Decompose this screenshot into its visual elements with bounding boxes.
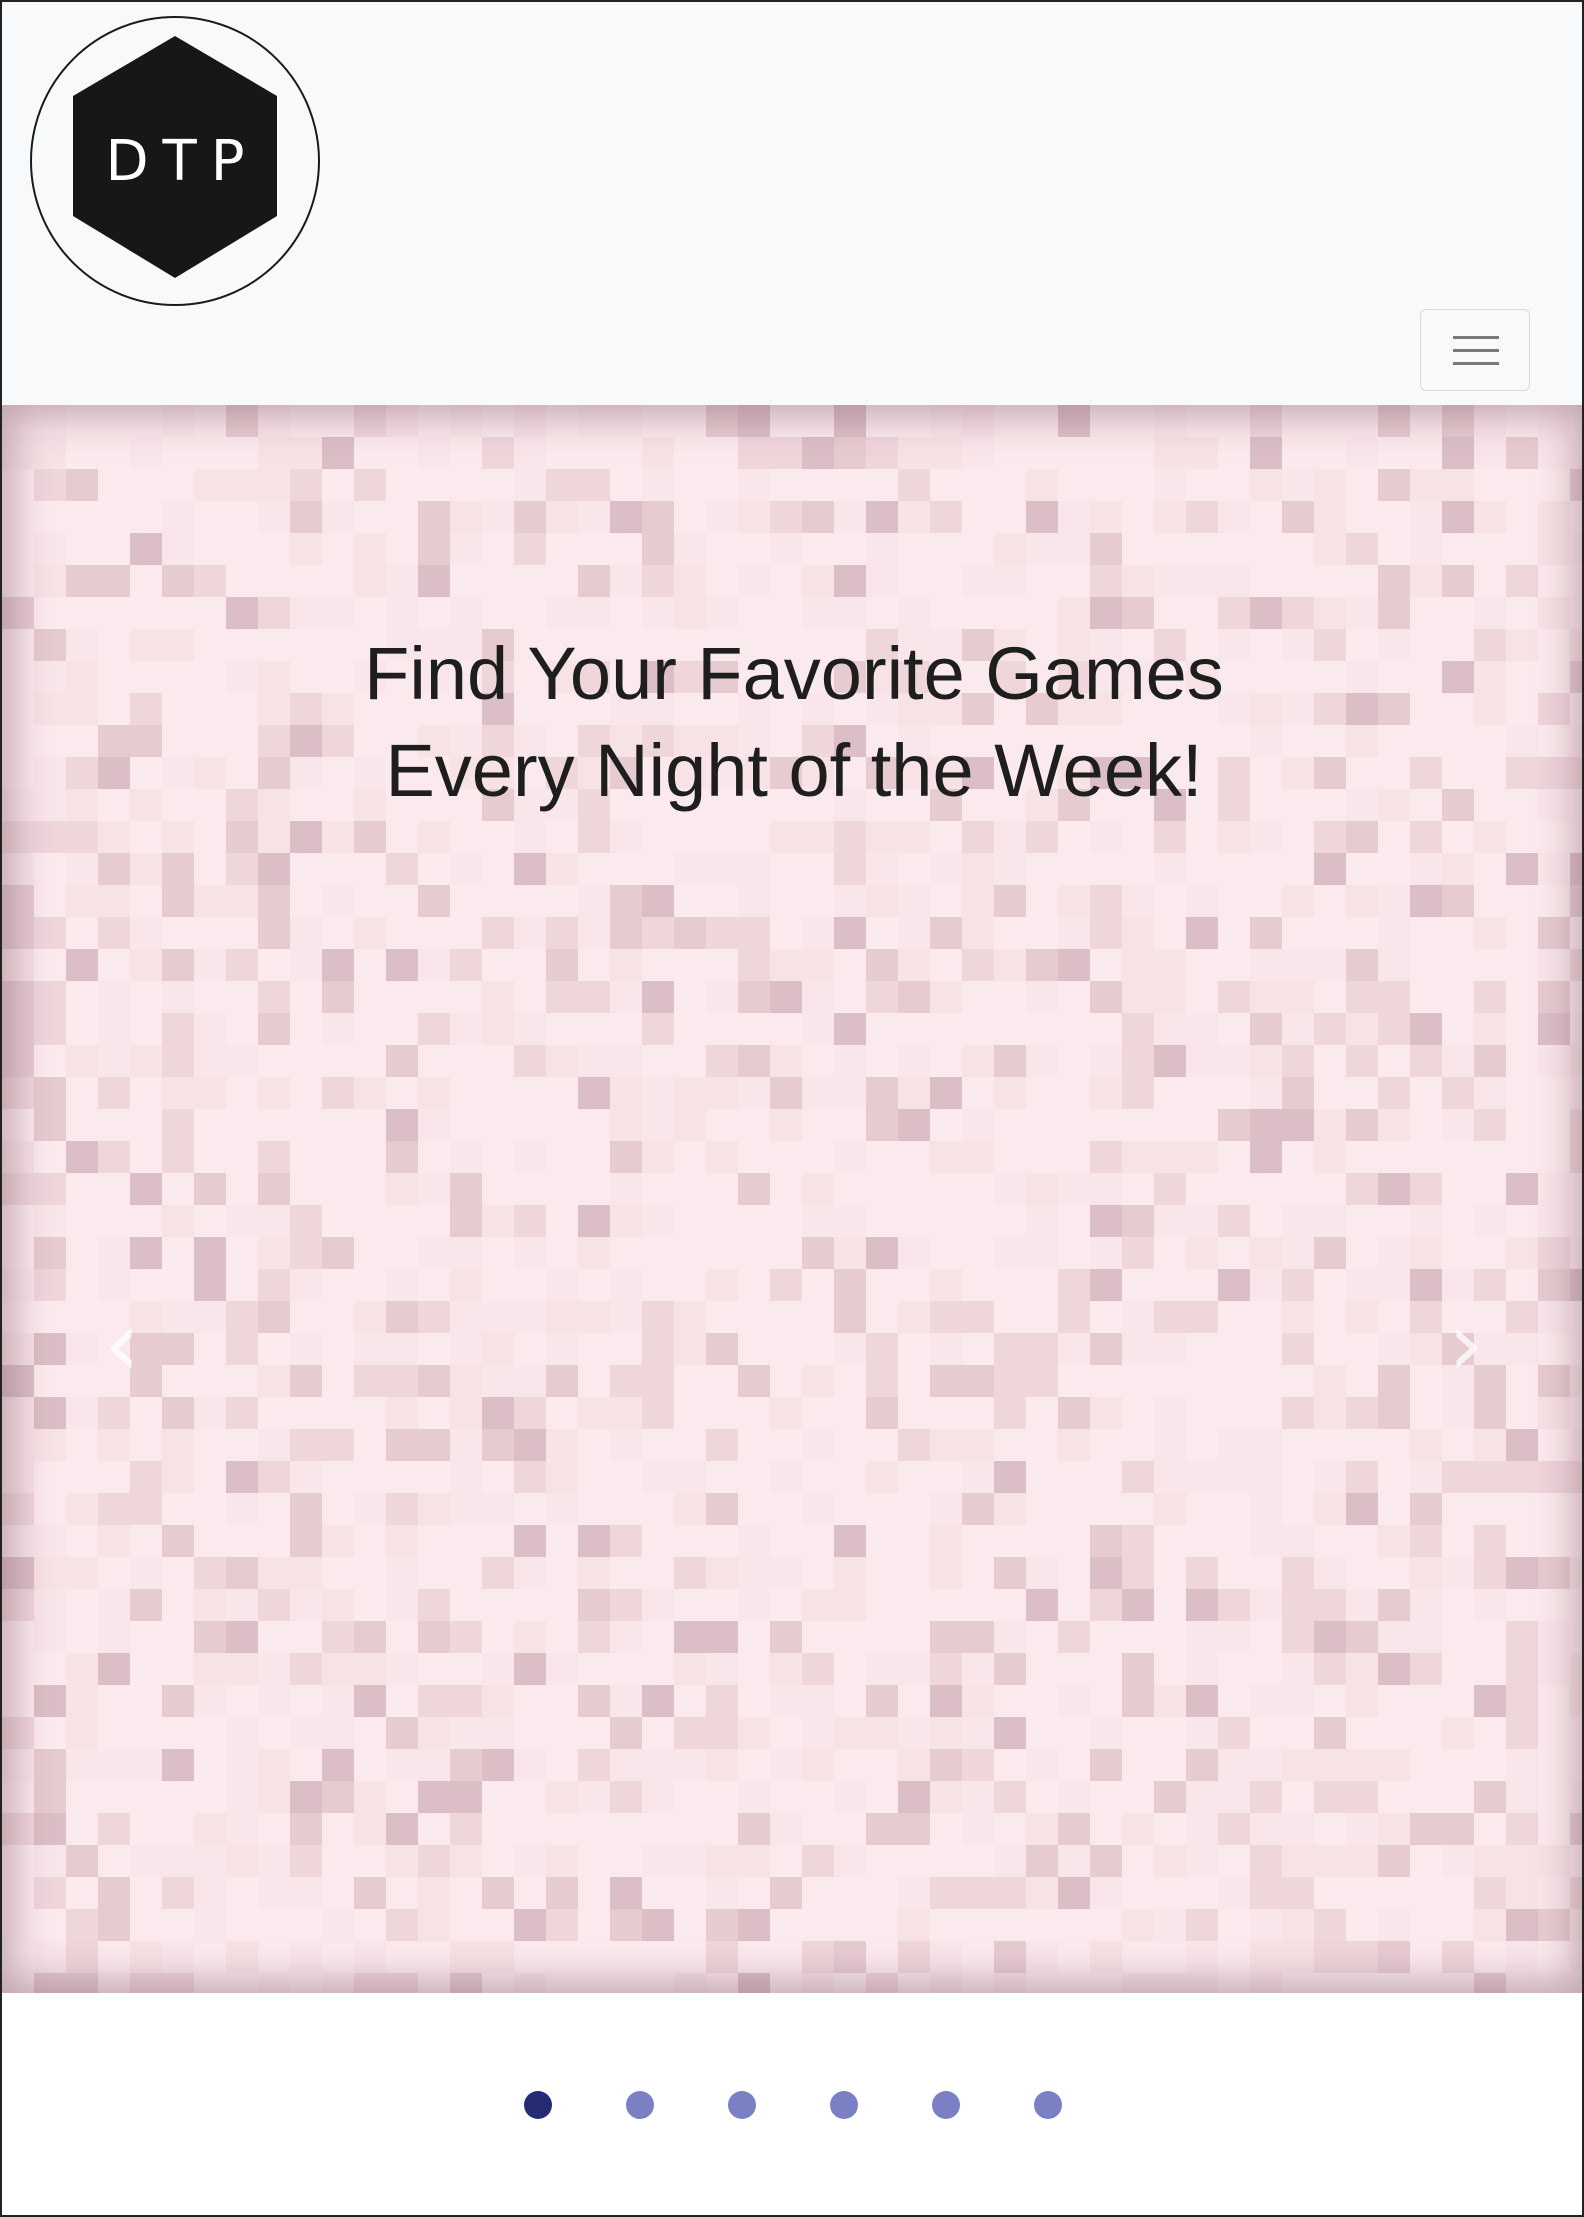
carousel-next-button[interactable]: › [1396, 1245, 1536, 1445]
chevron-right-icon: › [1448, 1292, 1484, 1397]
carousel-indicator-2[interactable] [626, 2091, 654, 2119]
carousel-prev-button[interactable]: ‹ [52, 1245, 192, 1445]
carousel-indicator-6[interactable] [1034, 2091, 1062, 2119]
carousel-indicator-1[interactable] [524, 2091, 552, 2119]
caption-line-2: Every Night of the Week! [385, 729, 1203, 812]
logo-link[interactable]: DTP [30, 16, 320, 306]
carousel-caption: Find Your Favorite Games Every Night of … [2, 625, 1582, 819]
chevron-left-icon: ‹ [104, 1292, 140, 1397]
page: DTP Find Your Favorite Games Every Night… [0, 0, 1584, 2217]
caption-line-1: Find Your Favorite Games [364, 632, 1224, 715]
carousel-indicator-3[interactable] [728, 2091, 756, 2119]
navbar: DTP [2, 2, 1582, 405]
hamburger-menu-icon [1453, 336, 1499, 339]
carousel-indicator-4[interactable] [830, 2091, 858, 2119]
hamburger-menu-icon-bar [1453, 362, 1499, 365]
carousel-indicator-5[interactable] [932, 2091, 960, 2119]
hero-carousel: Find Your Favorite Games Every Night of … [2, 405, 1582, 1993]
carousel-indicators [2, 2077, 1582, 2133]
hamburger-menu-icon-bar [1453, 349, 1499, 352]
navbar-toggler-button[interactable] [1420, 309, 1530, 391]
logo-text: DTP [105, 128, 259, 194]
